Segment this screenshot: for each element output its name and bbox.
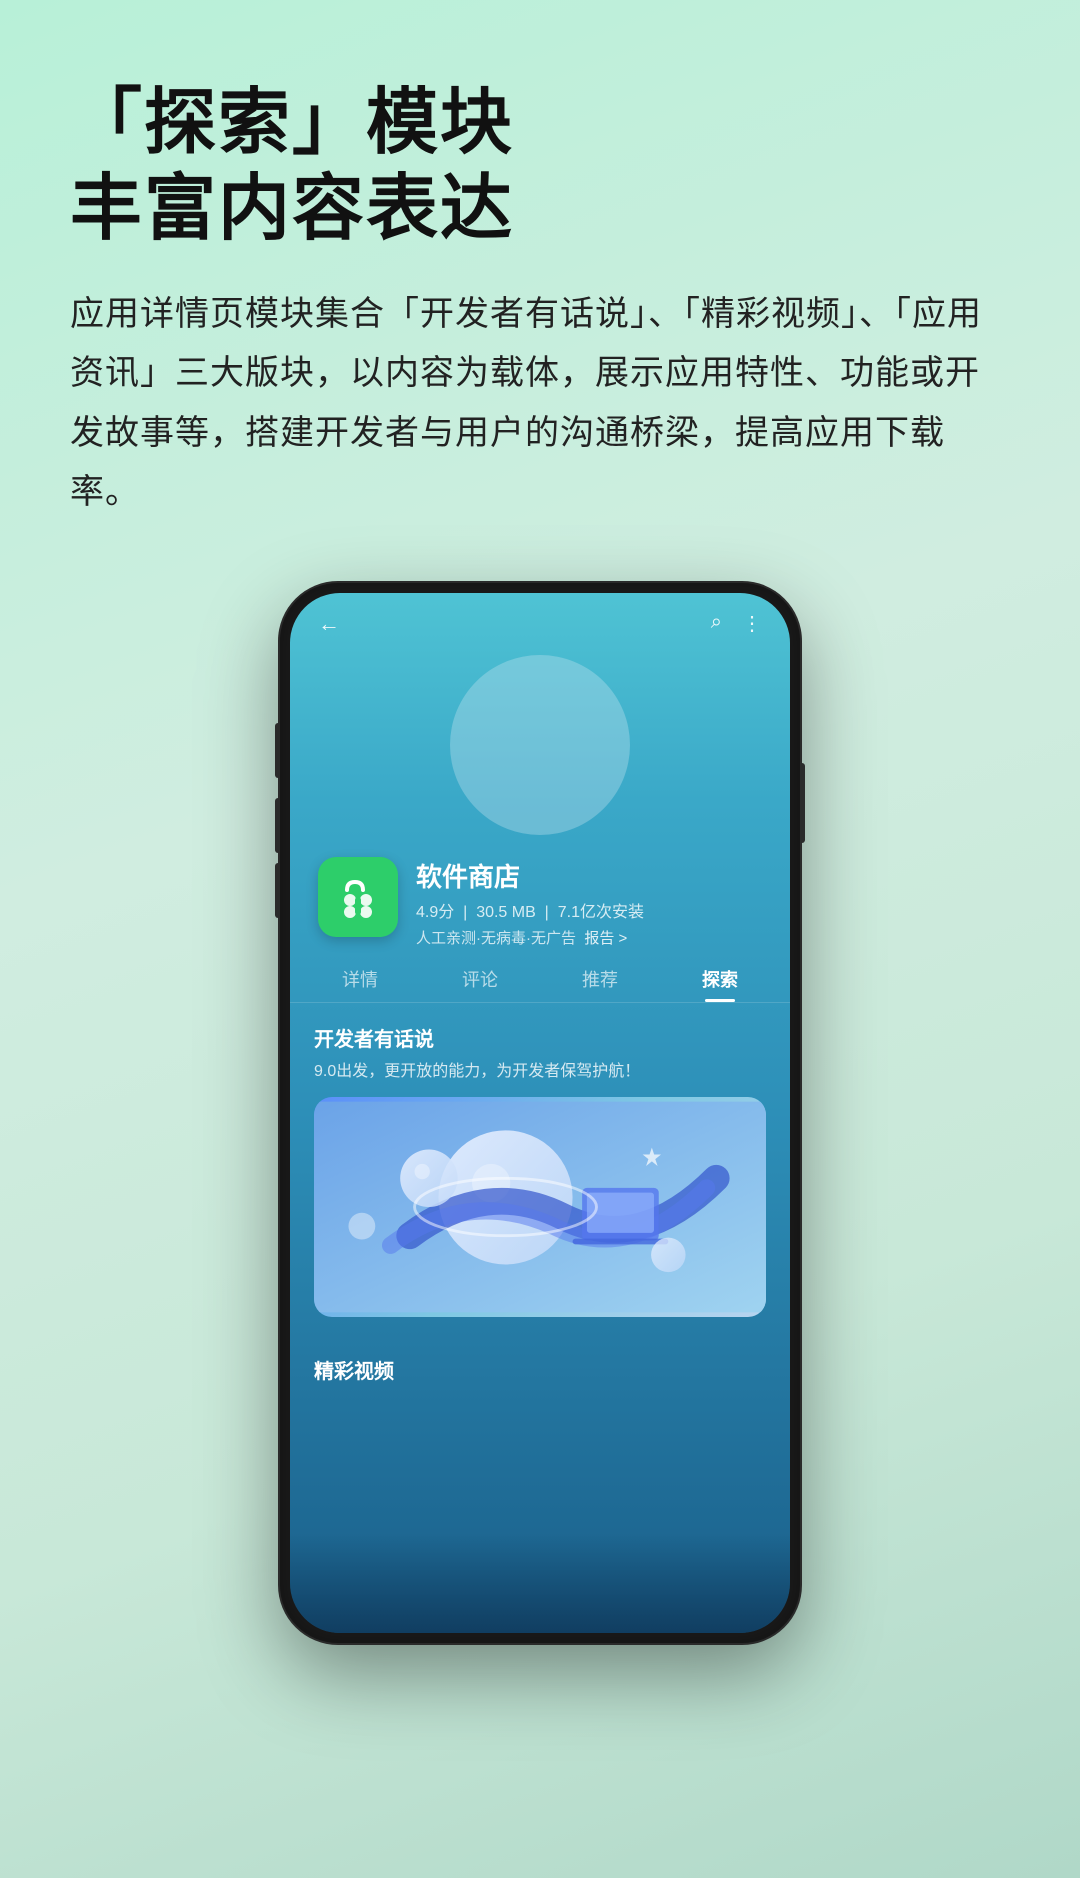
tab-recommend[interactable]: 推荐 <box>582 966 618 1002</box>
phone-device: ← ⌕ ⋮ <box>280 583 800 1643</box>
app-stats: 4.9分 | 30.5 MB | 7.1亿次安装 <box>416 898 762 922</box>
bottom-fade-overlay <box>290 1533 790 1633</box>
more-icon[interactable]: ⋮ <box>742 611 762 636</box>
search-icon[interactable]: ⌕ <box>711 611 722 636</box>
bottom-section: 精彩视频 <box>290 1337 790 1384</box>
feature-illustration <box>314 1097 766 1317</box>
app-tags: 人工亲测·无病毒·无广告 报告 > <box>416 927 762 948</box>
nav-tabs: 详情 评论 推荐 探索 <box>290 948 790 1003</box>
developer-section-title: 开发者有话说 <box>314 1023 766 1052</box>
page-wrapper: 「探索」模块 丰富内容表达 应用详情页模块集合「开发者有话说」、「精彩视频」、「… <box>0 0 1080 1878</box>
app-icon <box>318 857 398 937</box>
headline-line2: 丰富内容表达 <box>70 166 514 252</box>
developer-section-subtitle: 9.0出发，更开放的能力，为开发者保驾护航！ <box>314 1057 766 1081</box>
headline-line1: 「探索」模块 <box>70 80 514 166</box>
back-icon[interactable]: ← <box>318 611 340 637</box>
app-info-row: 软件商店 4.9分 | 30.5 MB | 7.1亿次安装 人工亲测·无病毒·无… <box>290 835 790 948</box>
tab-explore[interactable]: 探索 <box>702 966 738 1002</box>
report-link[interactable]: 报告 > <box>584 930 627 947</box>
app-hero <box>290 645 790 835</box>
topbar-icons: ⌕ ⋮ <box>711 611 762 636</box>
tab-details[interactable]: 详情 <box>342 966 378 1002</box>
developer-section: 开发者有话说 9.0出发，更开放的能力，为开发者保驾护航！ <box>290 1003 790 1337</box>
app-icon-logo <box>333 872 383 922</box>
phone-screen: ← ⌕ ⋮ <box>290 593 790 1633</box>
circle-background <box>450 655 630 835</box>
app-name: 软件商店 <box>416 857 762 894</box>
feature-card <box>314 1097 766 1317</box>
phone-topbar: ← ⌕ ⋮ <box>290 593 790 645</box>
app-details: 软件商店 4.9分 | 30.5 MB | 7.1亿次安装 人工亲测·无病毒·无… <box>416 857 762 948</box>
headline-block: 「探索」模块 丰富内容表达 <box>70 80 514 253</box>
highlight-section-title: 精彩视频 <box>314 1355 766 1384</box>
description-text: 应用详情页模块集合「开发者有话说」、「精彩视频」、「应用资讯」三大版块，以内容为… <box>70 285 1010 523</box>
phone-container: ← ⌕ ⋮ <box>70 583 1010 1643</box>
tab-reviews[interactable]: 评论 <box>462 966 498 1002</box>
